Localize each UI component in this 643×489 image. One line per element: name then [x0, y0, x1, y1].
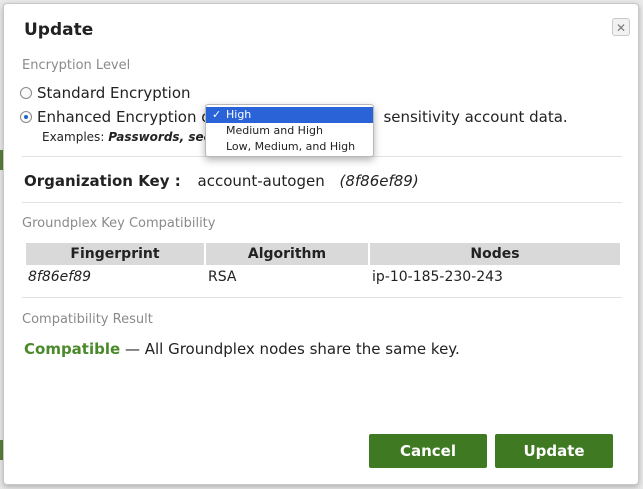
cell-fingerprint: 8f86ef89	[28, 269, 92, 285]
dropdown-option-low-medium-high[interactable]: Low, Medium, and High	[206, 139, 373, 155]
option-label: High	[226, 108, 252, 121]
org-key-hash: (8f86ef89)	[339, 172, 419, 190]
radio-standard[interactable]	[20, 87, 32, 99]
standard-encryption-label: Standard Encryption	[37, 84, 191, 102]
encryption-section-label: Encryption Level	[22, 58, 131, 73]
compat-table: Fingerprint Algorithm Nodes 8f86ef89 RSA…	[24, 243, 622, 289]
compat-section-label: Groundplex Key Compatibility	[22, 216, 216, 231]
update-dialog: Update ✕ Encryption Level Standard Encry…	[3, 3, 639, 485]
dropdown-option-high[interactable]: ✓ High	[206, 107, 373, 123]
cell-algorithm: RSA	[208, 269, 237, 285]
divider	[22, 202, 622, 203]
column-header-nodes: Nodes	[370, 243, 620, 265]
dropdown-option-medium-high[interactable]: Medium and High	[206, 123, 373, 139]
close-icon[interactable]: ✕	[612, 18, 630, 36]
examples-label: Examples:	[42, 130, 105, 144]
organization-key: Organization Key : account-autogen (8f86…	[24, 172, 419, 190]
divider	[22, 297, 622, 298]
examples-text: Examples: Passwords, secre	[42, 130, 225, 144]
result-section-label: Compatibility Result	[22, 312, 153, 327]
dialog-title: Update	[24, 20, 94, 40]
result-message: — All Groundplex nodes share the same ke…	[124, 340, 460, 358]
checkmark-icon: ✓	[212, 108, 222, 121]
column-header-fingerprint: Fingerprint	[26, 243, 204, 265]
org-key-value: account-autogen	[197, 172, 325, 190]
compatibility-result: Compatible — All Groundplex nodes share …	[24, 340, 460, 358]
table-row: 8f86ef89 RSA ip-10-185-230-243	[26, 265, 620, 289]
encryption-level-dropdown[interactable]: ✓ High Medium and High Low, Medium, and …	[205, 104, 374, 157]
radio-enhanced[interactable]	[20, 111, 32, 123]
cancel-button[interactable]: Cancel	[369, 434, 487, 468]
enhanced-encryption-label: Enhanced Encryption o	[37, 108, 211, 126]
standard-encryption-option[interactable]: Standard Encryption	[20, 84, 191, 102]
cell-nodes: ip-10-185-230-243	[372, 269, 503, 285]
enhanced-encryption-suffix: sensitivity account data.	[383, 108, 568, 126]
compatible-status: Compatible	[24, 340, 121, 358]
org-key-label: Organization Key :	[24, 172, 181, 190]
update-button[interactable]: Update	[495, 434, 613, 468]
column-header-algorithm: Algorithm	[206, 243, 368, 265]
